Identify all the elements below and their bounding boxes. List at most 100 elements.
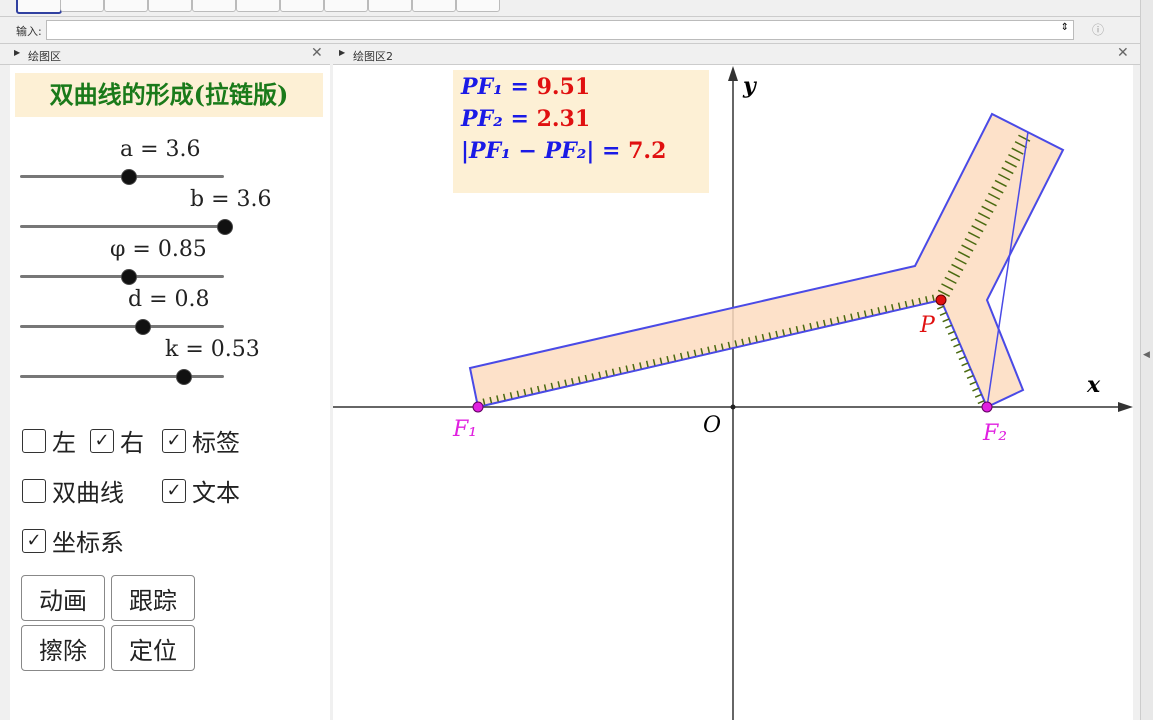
zipper-tooth <box>936 305 945 310</box>
checkbox-label: 坐标系 <box>52 529 124 557</box>
slider-handle[interactable] <box>121 169 138 185</box>
input-label: 输入: <box>16 25 42 38</box>
slider-d[interactable] <box>20 319 224 335</box>
graphics-view-1: 双曲线的形成(拉链版) a = 3.6 b = 3.6 φ = 0.85 d =… <box>10 65 330 720</box>
close-icon[interactable]: ✕ <box>311 45 323 61</box>
graphics-view-2: PF₁ = 9.51 PF₂ = 2.31 |PF₁ − PF₂| = 7.2 … <box>333 65 1133 720</box>
checkbox-hyperbola[interactable]: 双曲线 <box>18 473 124 508</box>
tool-perpendicular[interactable] <box>148 0 192 12</box>
expand-icon[interactable]: ▶ <box>14 48 20 57</box>
input-field[interactable]: ⇕ <box>46 20 1074 40</box>
pf2-value: 2.31 <box>536 106 591 132</box>
left-panel-title: 绘图区 <box>28 50 61 63</box>
zipper-tooth <box>950 337 958 342</box>
pf1-label: PF₁ = <box>461 74 537 100</box>
tool-view[interactable] <box>456 0 500 12</box>
zipper-tooth <box>958 355 966 361</box>
input-bar: 输入: ⇕ ⓘ <box>0 16 1140 44</box>
side-collapse-bar[interactable]: ◀ <box>1140 0 1153 720</box>
checkbox-label: 右 <box>120 429 144 457</box>
p-label: P <box>920 313 935 338</box>
expand-icon[interactable]: ▶ <box>339 48 345 57</box>
origin-point <box>730 404 736 410</box>
zipper-tooth <box>961 362 969 367</box>
checkbox-label: 双曲线 <box>52 479 124 507</box>
zipper-tooth <box>945 324 953 329</box>
locate-button[interactable]: 定位 <box>111 625 195 671</box>
zipper-tooth <box>939 311 947 317</box>
x-arrow-icon <box>1118 402 1133 412</box>
tool-line[interactable] <box>104 0 148 12</box>
checkbox-right[interactable]: ✓ 右 <box>86 423 144 458</box>
tool-slider[interactable] <box>412 0 456 12</box>
tool-angle[interactable] <box>324 0 368 12</box>
zipper-tooth <box>955 349 963 354</box>
checkbox-text[interactable]: ✓ 文本 <box>158 473 240 508</box>
checkbox-left[interactable]: 左 <box>18 423 76 458</box>
x-axis-label: x <box>1087 372 1101 398</box>
y-axis-label: y <box>743 73 756 99</box>
checkbox[interactable]: ✓ <box>162 428 186 453</box>
pf1-value: 9.51 <box>536 74 591 100</box>
tool-conic[interactable] <box>280 0 324 12</box>
toolbar <box>0 0 1140 14</box>
checkbox[interactable] <box>22 478 46 503</box>
history-icon[interactable]: ⇕ <box>1061 22 1069 33</box>
slider-phi-label: φ = 0.85 <box>110 237 207 262</box>
point-f2[interactable] <box>981 401 993 413</box>
zipper-tooth <box>953 343 961 348</box>
point-f1[interactable] <box>472 401 484 413</box>
slider-handle[interactable] <box>176 369 193 385</box>
tool-polygon[interactable] <box>192 0 236 12</box>
y-arrow-icon <box>728 66 738 81</box>
checkbox-label: 左 <box>52 429 76 457</box>
slider-b[interactable] <box>20 219 233 235</box>
checkbox-label: 标签 <box>192 429 240 457</box>
tool-transform[interactable] <box>368 0 412 12</box>
zipper-tooth <box>964 368 972 373</box>
zipper-tooth <box>974 393 982 398</box>
slider-a-label: a = 3.6 <box>120 137 201 162</box>
slider-phi[interactable] <box>20 269 224 285</box>
animate-button[interactable]: 动画 <box>21 575 105 621</box>
info-text: PF₁ = 9.51 PF₂ = 2.31 |PF₁ − PF₂| = 7.2 <box>453 70 709 193</box>
point-p[interactable] <box>935 294 947 306</box>
checkbox-labels[interactable]: ✓ 标签 <box>158 423 240 458</box>
close-icon[interactable]: ✕ <box>1117 45 1129 61</box>
tool-move[interactable] <box>16 0 62 14</box>
left-panel-header: ▶ 绘图区 ✕ <box>0 44 330 65</box>
slider-handle[interactable] <box>121 269 138 285</box>
slider-a[interactable] <box>20 169 224 185</box>
checkbox[interactable]: ✓ <box>162 478 186 503</box>
diff-value: 7.2 <box>628 138 667 164</box>
zipper-tooth <box>947 330 955 335</box>
checkbox-label: 文本 <box>192 479 240 507</box>
checkbox[interactable] <box>22 428 46 453</box>
zipper-tooth <box>969 381 977 386</box>
zipper-tooth <box>972 387 980 392</box>
right-panel-header: ▶ 绘图区2 ✕ <box>333 44 1140 65</box>
tool-circle[interactable] <box>236 0 280 12</box>
origin-label: O <box>703 413 722 438</box>
slider-handle[interactable] <box>135 319 152 335</box>
right-panel-title: 绘图区2 <box>353 50 393 63</box>
checkbox[interactable]: ✓ <box>90 428 114 453</box>
pf2-label: PF₂ = <box>461 106 537 132</box>
f1-label: F₁ <box>453 417 478 442</box>
trace-button[interactable]: 跟踪 <box>111 575 195 621</box>
zipper-tooth <box>942 318 950 323</box>
diff-label: |PF₁ − PF₂| = <box>461 138 629 164</box>
slider-handle[interactable] <box>217 219 233 235</box>
help-icon[interactable]: ⓘ <box>1092 21 1104 38</box>
slider-k[interactable] <box>20 369 224 385</box>
zipper-tooth <box>966 374 974 379</box>
checkbox[interactable]: ✓ <box>22 528 46 553</box>
tool-point[interactable] <box>60 0 104 12</box>
title-text: 双曲线的形成(拉链版) <box>15 73 323 117</box>
slider-b-label: b = 3.6 <box>190 187 272 212</box>
slider-d-label: d = 0.8 <box>128 287 210 312</box>
erase-button[interactable]: 擦除 <box>21 625 105 671</box>
slider-k-label: k = 0.53 <box>165 337 260 362</box>
f2-label: F₂ <box>983 421 1008 446</box>
checkbox-axes[interactable]: ✓ 坐标系 <box>18 523 124 558</box>
